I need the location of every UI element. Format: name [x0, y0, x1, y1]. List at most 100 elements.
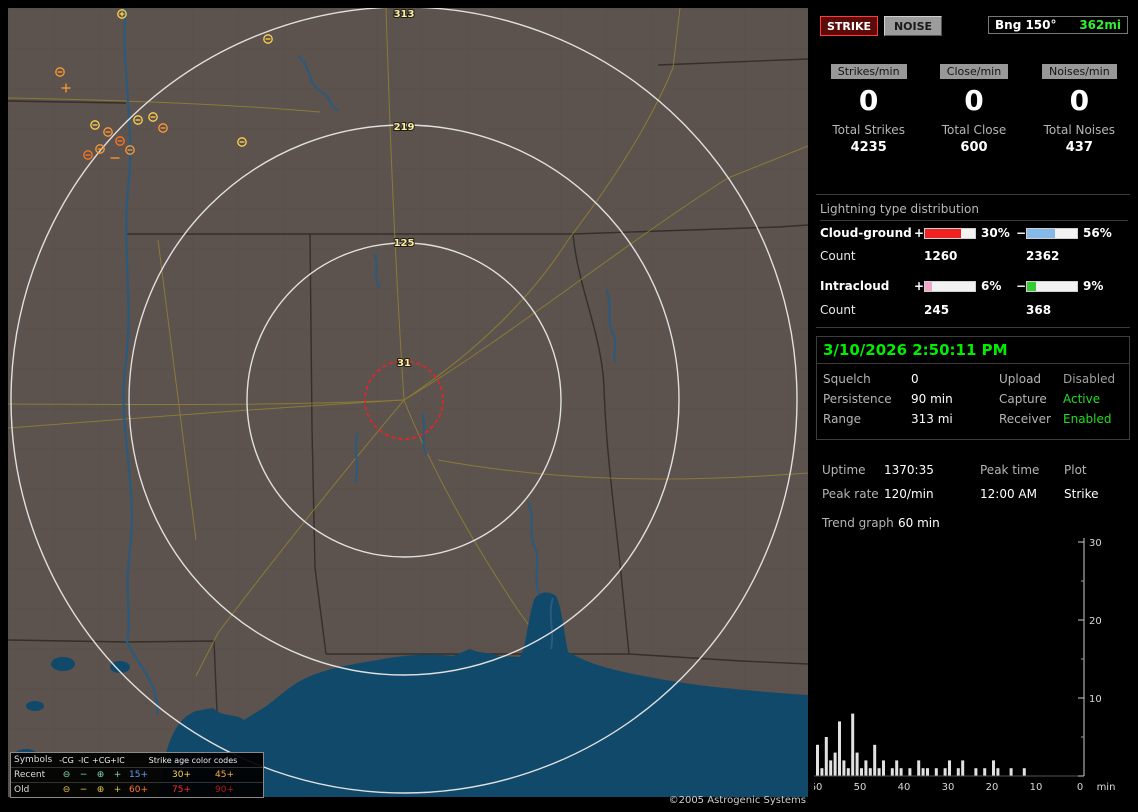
svg-text:20: 20	[986, 782, 999, 793]
upload-status: Disabled	[1063, 372, 1116, 386]
capture-label: Capture	[999, 392, 1047, 406]
peak-rate-value: 120/min	[884, 487, 934, 501]
age-90: 90+	[215, 785, 234, 795]
pos-ic-icon: +	[113, 770, 122, 780]
trend-graph-label: Trend graph	[822, 516, 894, 530]
trend-graph-row: Trend graph 60 min	[822, 515, 1132, 531]
svg-text:60: 60	[814, 782, 822, 793]
ring-label-125: 125	[394, 238, 415, 249]
cg-plus-bar	[924, 227, 976, 239]
squelch-value: 0	[911, 372, 919, 386]
cg-minus-bar	[1026, 227, 1078, 239]
legend-recent-label: Recent	[14, 770, 46, 780]
close-column: Close/min 0 Total Close 600	[921, 60, 1026, 155]
ic-minus-bar	[1026, 280, 1078, 292]
age-45: 45+	[215, 770, 234, 780]
ic-minus-count: 368	[1026, 303, 1052, 317]
range-row: Range 313 mi Receiver Enabled	[823, 411, 1123, 427]
distribution-title: Lightning type distribution	[820, 202, 1128, 221]
svg-text:10: 10	[1030, 782, 1043, 793]
uptime-value: 1370:35	[884, 463, 934, 477]
svg-text:10: 10	[1089, 694, 1102, 705]
rate-stats: Strikes/min 0 Total Strikes 4235 Close/m…	[816, 60, 1132, 155]
squelch-row: Squelch 0 Upload Disabled	[823, 371, 1123, 387]
copyright-text: ©2005 Astrogenic Systems	[668, 795, 806, 806]
total-noises-value: 437	[1065, 140, 1093, 155]
svg-text:0: 0	[1077, 782, 1083, 793]
svg-text:min: min	[1097, 782, 1116, 793]
plus-sign: +	[914, 279, 925, 293]
strikes-per-min-chip: Strikes/min	[830, 64, 907, 79]
total-noises-label: Total Noises	[1043, 123, 1116, 137]
noise-mode-button[interactable]: NOISE	[884, 16, 942, 36]
peak-time-value: 12:00 AM	[980, 487, 1037, 501]
cloud-ground-count-row: Count 1260 2362	[820, 249, 1059, 263]
uptime-row: Uptime 1370:35 Peak time Plot	[822, 462, 1132, 478]
bearing-distance: 362mi	[1079, 18, 1121, 32]
capture-status: Active	[1063, 392, 1101, 406]
strike-mode-button[interactable]: STRIKE	[820, 16, 878, 36]
total-close-label: Total Close	[941, 123, 1007, 137]
ring-label-219: 219	[394, 122, 415, 133]
cg-plus-count: 1260	[924, 249, 958, 263]
intracloud-count-row: Count 245 368	[820, 303, 1051, 317]
close-per-min-chip: Close/min	[939, 64, 1009, 79]
clock-panel: 3/10/2026 2:50:11 PM Squelch 0 Upload Di…	[816, 336, 1130, 440]
neg-cg-icon: ⊖	[62, 785, 71, 795]
count-label: Count	[820, 303, 856, 317]
noises-column: Noises/min 0 Total Noises 437	[1027, 60, 1132, 155]
ic-minus-pct: 9%	[1083, 279, 1104, 293]
cg-minus-count: 2362	[1026, 249, 1060, 263]
total-strikes-label: Total Strikes	[832, 123, 905, 137]
pos-cg-icon: ⊕	[96, 785, 105, 795]
svg-text:50: 50	[854, 782, 867, 793]
legend-row-recent: Recent ⊖ − ⊕ + 15+ 30+ 45+	[11, 767, 263, 782]
ring-label-313: 313	[394, 9, 415, 20]
range-label: Range	[823, 412, 862, 426]
ic-plus-pct: 6%	[981, 279, 1002, 293]
trend-axis: 10 20 30 60 50 40 30 20 10 0 min	[810, 538, 1116, 793]
bearing-readout: Bng 150° 362mi	[988, 16, 1128, 34]
separator	[816, 327, 1130, 328]
noises-per-min-value: 0	[1069, 84, 1090, 117]
separator	[817, 363, 1129, 364]
ic-plus-bar	[924, 280, 976, 292]
svg-text:30: 30	[1089, 538, 1102, 549]
lightning-map[interactable]: 313 219 125 31 Symbols -CG -IC +CG +IC S…	[8, 8, 808, 798]
receiver-label: Receiver	[999, 412, 1051, 426]
plot-value: Strike	[1064, 487, 1099, 501]
pos-ic-icon: +	[113, 785, 122, 795]
total-strikes-value: 4235	[850, 140, 887, 155]
age-75: 75+	[172, 785, 191, 795]
trend-bars	[816, 713, 1026, 776]
squelch-label: Squelch	[823, 372, 871, 386]
ring-label-31: 31	[397, 358, 411, 369]
age-15: 15+	[129, 770, 148, 780]
map-canvas: 313 219 125 31	[8, 8, 808, 797]
upload-label: Upload	[999, 372, 1042, 386]
peak-time-label: Peak time	[980, 463, 1040, 477]
peak-rate-row: Peak rate 120/min 12:00 AM Strike	[822, 486, 1132, 502]
trend-chart: 10 20 30 60 50 40 30 20 10 0 min	[810, 530, 1136, 806]
age-60: 60+	[129, 785, 148, 795]
plus-sign: +	[914, 226, 925, 240]
legend-col-neg-ic: -IC	[78, 755, 89, 765]
cg-plus-pct: 30%	[981, 226, 1010, 240]
svg-text:30: 30	[942, 782, 955, 793]
noises-per-min-chip: Noises/min	[1041, 64, 1117, 79]
date-time: 3/10/2026 2:50:11 PM	[823, 341, 1008, 359]
trend-graph-window: 60 min	[898, 516, 940, 530]
strikes-column: Strikes/min 0 Total Strikes 4235	[816, 60, 921, 155]
legend-col-pos-cg: +CG	[92, 755, 111, 765]
neg-cg-icon: ⊖	[62, 770, 71, 780]
receiver-status: Enabled	[1063, 412, 1112, 426]
ic-plus-count: 245	[924, 303, 950, 317]
legend-symbols-header: Symbols	[14, 755, 53, 765]
separator	[816, 194, 1130, 195]
cloud-ground-label: Cloud-ground	[820, 226, 912, 240]
persistence-value: 90 min	[911, 392, 953, 406]
close-per-min-value: 0	[964, 84, 984, 117]
count-label: Count	[820, 249, 856, 263]
legend-col-pos-ic: +IC	[110, 755, 125, 765]
map-legend: Symbols -CG -IC +CG +IC Strike age color…	[10, 752, 264, 798]
